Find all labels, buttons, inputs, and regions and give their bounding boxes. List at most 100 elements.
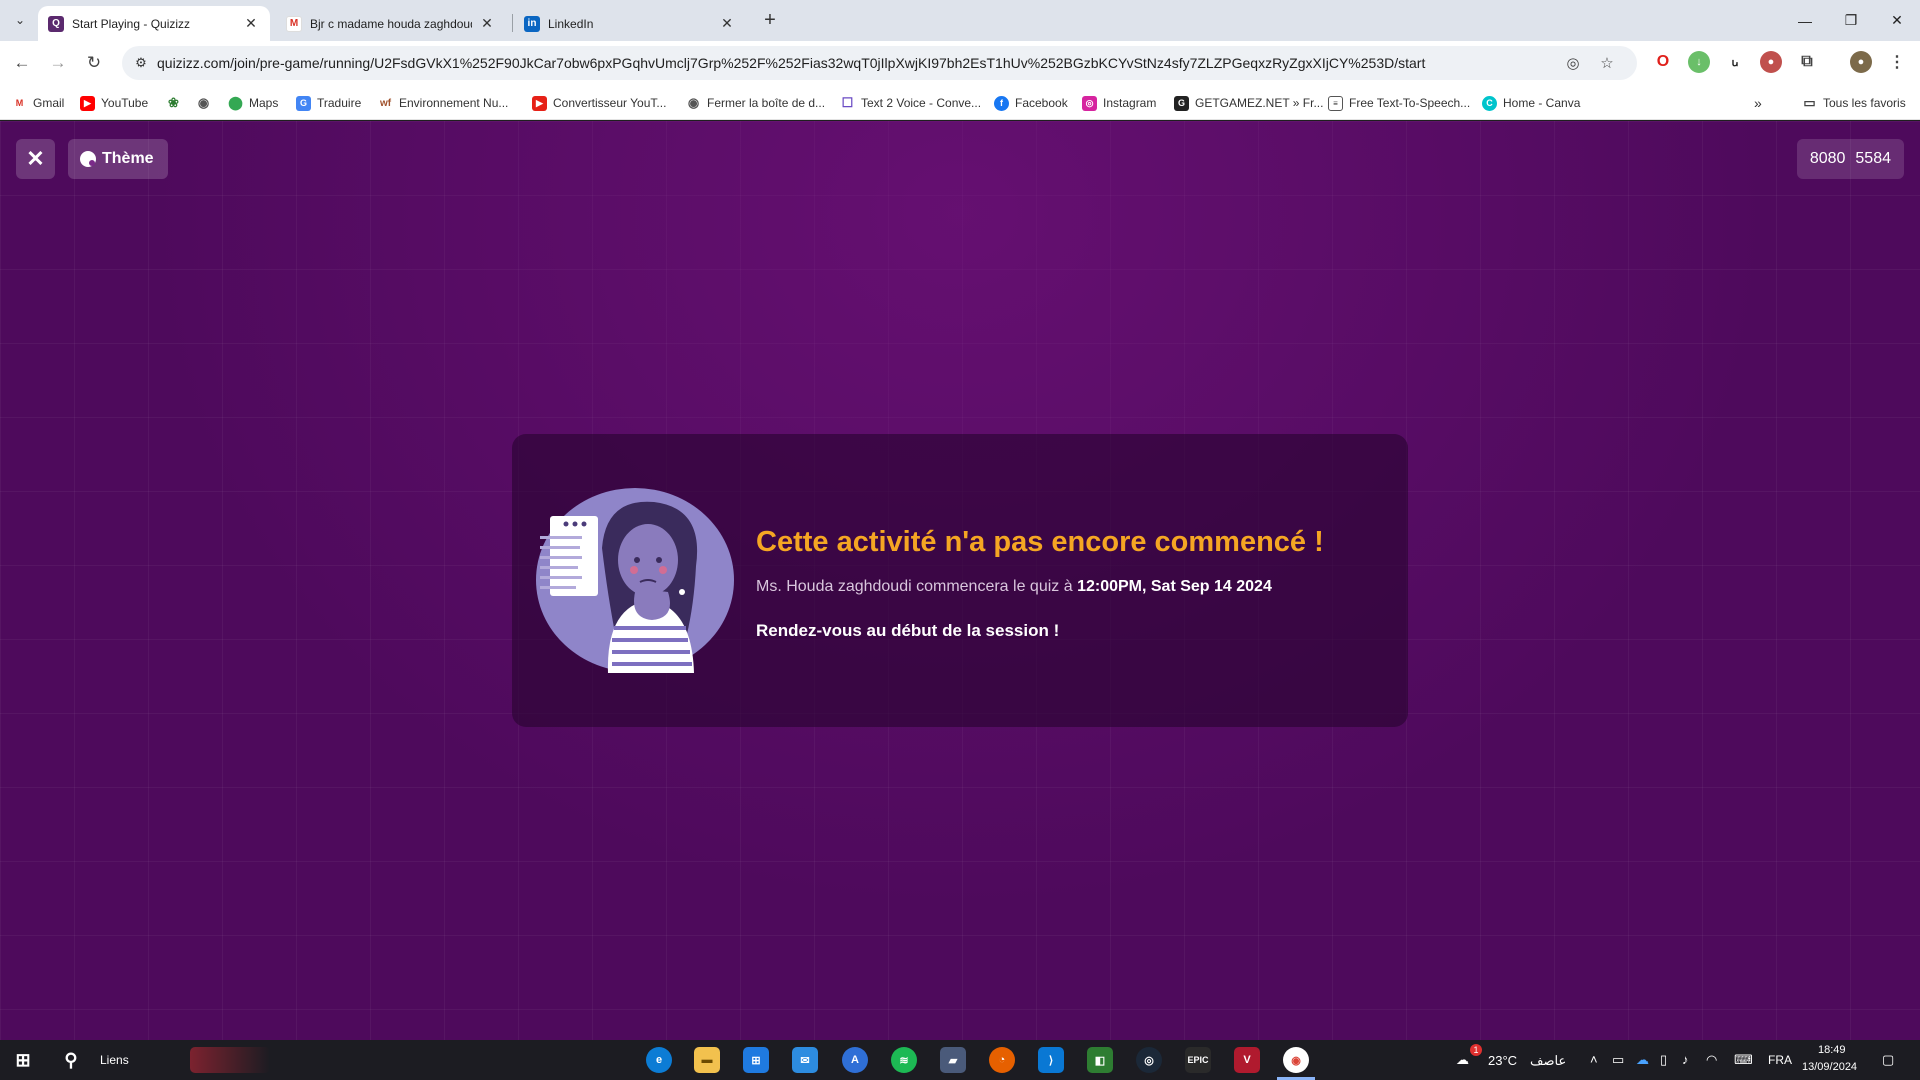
site-settings-icon[interactable]: ⚙ — [132, 54, 150, 72]
firefox-icon[interactable]: ◔ — [989, 1047, 1015, 1073]
restore-icon[interactable]: ❐ — [1828, 0, 1874, 41]
steam-icon[interactable]: ◎ — [1136, 1047, 1162, 1073]
bookmark-gmail[interactable]: M Gmail — [12, 94, 65, 112]
youtube-icon: ▶ — [80, 95, 95, 111]
close-tab-icon[interactable]: ✕ — [718, 15, 736, 32]
tab-quizizz[interactable]: Q Start Playing - Quizizz ✕ — [38, 6, 270, 41]
quizizz-icon: Q — [48, 15, 64, 32]
extensions-puzzle-icon[interactable]: ⧉ — [1796, 51, 1818, 73]
search-icon[interactable]: ⚲ — [58, 1047, 84, 1073]
edge-icon[interactable]: e — [646, 1047, 672, 1073]
app-icon[interactable]: ▰ — [940, 1047, 966, 1073]
device-icon[interactable]: ▯ — [1660, 1052, 1667, 1068]
weather-description[interactable]: عاصف — [1530, 1053, 1566, 1069]
game-code-part: 8080 — [1809, 150, 1846, 167]
forward-icon[interactable]: → — [46, 51, 70, 75]
bookmark-youtube[interactable]: ▶ YouTube — [80, 94, 148, 112]
weather-icon[interactable]: ☁ — [1456, 1052, 1469, 1068]
back-icon[interactable]: ← — [10, 51, 34, 75]
taskbar-search-label[interactable]: Liens — [100, 1053, 129, 1067]
canva-icon: C — [1482, 95, 1497, 111]
all-bookmarks[interactable]: ▭ Tous les favoris — [1802, 94, 1905, 112]
tab-title: Bjr c madame houda zaghdoudi — [310, 16, 472, 31]
search-highlight-image — [190, 1047, 270, 1073]
bookmark-leaf[interactable]: ❀ — [166, 94, 187, 112]
bookmark-instagram[interactable]: ◎ Instagram — [1082, 94, 1156, 112]
windows-taskbar: ⊞ ⚲ Liens e ▬ ⊞ ✉ A ≋ ▰ ◔ ⟩ ◧ ◎ EPIC V ◉… — [0, 1040, 1920, 1080]
mail-icon[interactable]: ✉ — [792, 1047, 818, 1073]
volume-icon[interactable]: ♪ — [1682, 1052, 1689, 1067]
close-tab-icon[interactable]: ✕ — [242, 15, 260, 32]
translate-extension-icon[interactable]: ꭎ — [1724, 51, 1746, 73]
download-extension-icon[interactable]: ↓ — [1688, 51, 1710, 73]
tab-search-chevron-icon[interactable]: ⌄ — [8, 8, 32, 32]
chrome-icon[interactable]: ◉ — [1283, 1047, 1309, 1073]
bookmark-traduire[interactable]: G Traduire — [296, 94, 361, 112]
more-bookmarks-icon[interactable]: » — [1754, 94, 1762, 112]
address-bar[interactable]: ⚙ quizizz.com/join/pre-game/running/U2Fs… — [122, 46, 1637, 80]
game-code-part: 5584 — [1855, 150, 1891, 167]
tts-icon: ≡ — [1328, 95, 1343, 111]
bookmark-text2voice[interactable]: ☐ Text 2 Voice - Conve... — [840, 94, 981, 112]
theme-button[interactable]: Thème — [68, 139, 168, 179]
bookmark-canva[interactable]: C Home - Canva — [1482, 94, 1580, 112]
bookmark-free-tts[interactable]: ≡ Free Text-To-Speech... — [1328, 94, 1470, 112]
minimize-icon[interactable]: — — [1782, 0, 1828, 41]
card-message: Rendez-vous au début de la session ! — [756, 621, 1060, 640]
linkedin-icon: in — [524, 15, 540, 32]
bookmark-star-icon[interactable]: ☆ — [1598, 54, 1616, 72]
keyboard-icon[interactable]: ⌨ — [1734, 1052, 1753, 1068]
microsoft-store-icon[interactable]: ⊞ — [743, 1047, 769, 1073]
epic-games-icon[interactable]: EPIC — [1185, 1047, 1211, 1073]
wifi-icon[interactable]: ◠ — [1706, 1052, 1717, 1068]
bookmark-environnement[interactable]: wf Environnement Nu... — [378, 94, 508, 112]
onedrive-icon[interactable]: ☁ — [1636, 1052, 1649, 1068]
reload-icon[interactable]: ↻ — [82, 51, 106, 75]
start-info-text: Ms. Houda zaghdoudi commencera le quiz à — [756, 578, 1078, 595]
folder-icon: ▭ — [1803, 95, 1816, 110]
close-button[interactable]: ✕ — [16, 139, 55, 179]
tab-linkedin[interactable]: in LinkedIn ✕ — [514, 6, 746, 41]
url-text[interactable]: quizizz.com/join/pre-game/running/U2FsdG… — [157, 55, 1557, 71]
bookmark-facebook[interactable]: f Facebook — [994, 94, 1068, 112]
nvidia-icon[interactable]: ◧ — [1087, 1047, 1113, 1073]
notifications-icon[interactable]: ▢ — [1882, 1052, 1894, 1068]
leaf-icon: ❀ — [168, 95, 179, 110]
tab-gmail[interactable]: M Bjr c madame houda zaghdoudi ✕ — [276, 6, 506, 41]
vscode-icon[interactable]: ⟩ — [1038, 1047, 1064, 1073]
theme-label: Thème — [102, 150, 154, 167]
new-tab-icon[interactable]: + — [758, 8, 782, 32]
chevron-up-icon[interactable]: ˄ — [1590, 1052, 1598, 1067]
gmail-icon: M — [286, 15, 302, 32]
bookmark-globe[interactable]: ◉ — [196, 94, 217, 112]
menu-kebab-icon[interactable]: ⋮ — [1886, 51, 1908, 73]
close-window-icon[interactable]: ✕ — [1874, 0, 1920, 41]
card-title: Cette activité n'a pas encore commencé ! — [756, 526, 1324, 558]
weather-temperature[interactable]: 23°C — [1488, 1053, 1517, 1068]
app-store-icon[interactable]: A — [842, 1047, 868, 1073]
waiting-card: Cette activité n'a pas encore commencé !… — [512, 434, 1408, 727]
opera-extension-icon[interactable]: O — [1652, 51, 1674, 73]
bookmark-fermer[interactable]: ◉ Fermer la boîte de d... — [686, 94, 825, 112]
tab-title: Start Playing - Quizizz — [72, 16, 191, 31]
start-time: 12:00PM, Sat Sep 14 2024 — [1077, 578, 1272, 595]
environment-icon: wf — [379, 97, 392, 109]
close-tab-icon[interactable]: ✕ — [478, 15, 496, 32]
spotify-icon[interactable]: ≋ — [891, 1047, 917, 1073]
browser-tab-bar: ⌄ Q Start Playing - Quizizz ✕ M Bjr c ma… — [0, 0, 1920, 41]
language-indicator[interactable]: FRA — [1768, 1053, 1792, 1067]
windows-start-icon[interactable]: ⊞ — [10, 1047, 36, 1073]
eye-off-icon[interactable]: ◎ — [1564, 54, 1582, 72]
profile-avatar[interactable]: ● — [1850, 51, 1872, 73]
app-v-icon[interactable]: V — [1234, 1047, 1260, 1073]
bookmark-getgamez[interactable]: G GETGAMEZ.NET » Fr... — [1174, 94, 1323, 112]
bookmark-convertisseur[interactable]: ▶ Convertisseur YouT... — [532, 94, 666, 112]
maps-icon: ⬤ — [228, 95, 243, 110]
quiz-page: ✕ Thème 8080 5584 Cette activité n'a pas… — [0, 121, 1920, 1040]
clock-date[interactable]: 13/09/2024 — [1802, 1061, 1857, 1073]
clock-time[interactable]: 18:49 — [1818, 1044, 1846, 1056]
file-explorer-icon[interactable]: ▬ — [694, 1047, 720, 1073]
bookmark-maps[interactable]: ⬤ Maps — [228, 94, 278, 112]
vpn-extension-icon[interactable]: ● — [1760, 51, 1782, 73]
battery-icon[interactable]: ▭ — [1612, 1052, 1624, 1068]
